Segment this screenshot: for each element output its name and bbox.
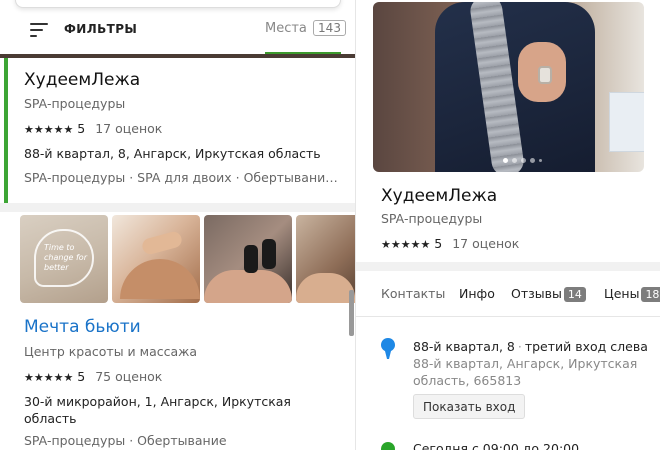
detail-tabs: Контакты Инфо Отзывы 14 Цены 18: [356, 271, 660, 317]
rating-value: 5: [77, 369, 86, 384]
neon-sign-text: Time to change for better: [44, 243, 87, 272]
result-photo[interactable]: [296, 215, 355, 303]
result-tags: SPA-процедуры · Обертывание: [24, 433, 227, 448]
tab-contacts[interactable]: Контакты: [381, 286, 445, 301]
tab-prices-label: Цены: [604, 286, 640, 301]
address-details: 88-й квартал, Ангарск, Иркутская область…: [413, 356, 638, 388]
result-photo[interactable]: [112, 215, 200, 303]
show-entrance-button[interactable]: Показать вход: [413, 394, 526, 419]
result-card-selected[interactable]: ХудеемЛежа SPA-процедуры ★★★★★ 5 17 оцен…: [0, 58, 348, 203]
rating-stars-icon: ★★★★★: [24, 123, 74, 136]
reviews-count[interactable]: 17 оценок: [452, 236, 519, 251]
result-title[interactable]: ХудеемЛежа: [24, 70, 140, 90]
filter-icon[interactable]: [30, 23, 48, 37]
result-rating: ★★★★★ 5 17 оценок: [24, 121, 162, 136]
results-panel: ФИЛЬТРЫ Места 143 ХудеемЛежа SPA-процеду…: [0, 0, 355, 450]
rating-stars-icon: ★★★★★: [24, 371, 74, 384]
tab-reviews-label: Отзывы: [511, 286, 562, 301]
search-box[interactable]: [15, 0, 341, 8]
gallery-pagination-dots[interactable]: [503, 158, 542, 163]
clock-icon: [381, 442, 395, 450]
address-line: 88-й квартал, 8 · третий вход слева: [413, 339, 648, 354]
result-category: Центр красоты и массажа: [24, 344, 198, 359]
reviews-count[interactable]: 75 оценок: [95, 369, 162, 384]
rating-value: 5: [434, 236, 443, 251]
section-divider: [356, 262, 660, 271]
place-category[interactable]: SPA-процедуры: [381, 211, 482, 226]
tab-reviews[interactable]: Отзывы 14: [511, 286, 586, 302]
opening-hours[interactable]: Сегодня с 09:00 до 20:00: [413, 441, 579, 450]
filters-button[interactable]: ФИЛЬТРЫ: [64, 22, 137, 36]
filter-bar: ФИЛЬТРЫ Места 143: [0, 14, 355, 55]
place-rating: ★★★★★ 5 17 оценок: [381, 236, 519, 251]
address-street: 88-й квартал, 8: [413, 339, 515, 354]
tab-info[interactable]: Инфо: [459, 286, 495, 301]
location-pin-icon: [381, 338, 395, 359]
result-photo[interactable]: [204, 215, 292, 303]
result-photo[interactable]: Time to change for better: [20, 215, 108, 303]
place-detail-panel: ХудеемЛежа SPA-процедуры ★★★★★ 5 17 оцен…: [355, 0, 660, 450]
places-count-badge: 143: [313, 20, 346, 36]
rating-stars-icon: ★★★★★: [381, 238, 431, 251]
place-title: ХудеемЛежа: [381, 186, 498, 206]
result-address: 88-й квартал, 8, Ангарск, Иркутская обла…: [24, 146, 321, 161]
selected-indicator: [4, 58, 8, 203]
address-note: третий вход слева: [524, 339, 648, 354]
result-rating: ★★★★★ 5 75 оценок: [24, 369, 162, 384]
result-address: 30-й микрорайон, 1, Ангарск, Иркутская о…: [24, 394, 291, 426]
place-photo-gallery[interactable]: [373, 2, 644, 172]
reviews-count[interactable]: 17 оценок: [95, 121, 162, 136]
result-category: SPA-процедуры: [24, 96, 126, 111]
results-scrollbar[interactable]: [349, 290, 354, 336]
places-tab-label: Места: [265, 21, 307, 36]
result-tags: SPA-процедуры · SPA для двоих · Обертыва…: [24, 170, 338, 185]
rating-value: 5: [77, 121, 86, 136]
tab-prices[interactable]: Цены 18: [604, 286, 660, 302]
reviews-count-badge: 14: [563, 287, 586, 302]
result-title[interactable]: Мечта бьюти: [24, 317, 141, 337]
prices-count-badge: 18: [641, 287, 660, 302]
tab-places[interactable]: Места 143: [265, 20, 346, 36]
card-divider: [0, 203, 355, 212]
